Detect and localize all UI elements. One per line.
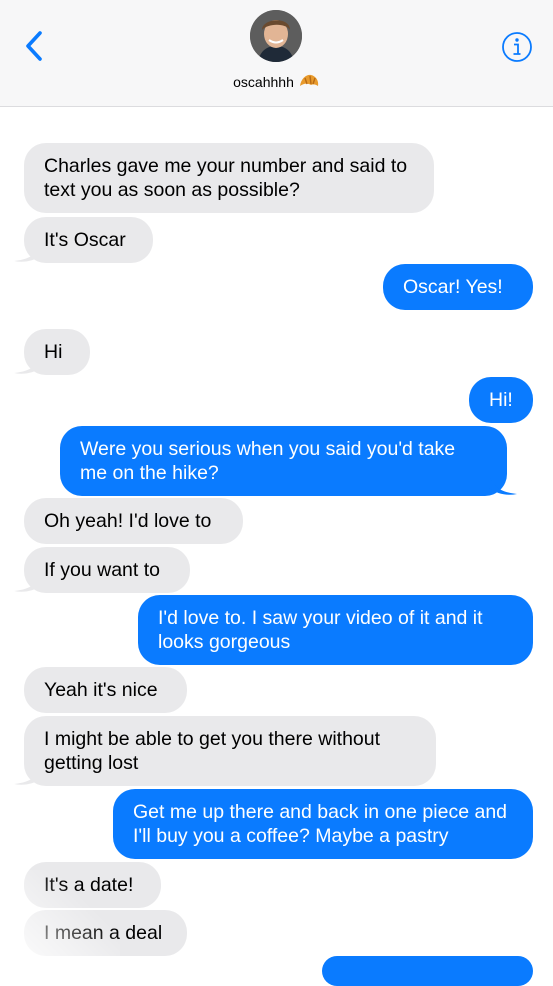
message-text: If you want to — [44, 558, 160, 581]
received-message-bubble[interactable]: Charles gave me your number and said to … — [24, 143, 434, 213]
sent-message-bubble[interactable]: Get me up there and back in one piece an… — [113, 789, 533, 859]
croissant-emoji-icon — [299, 74, 319, 86]
message-text: Yeah it's nice — [44, 678, 158, 701]
message-text: Get me up there and back in one piece an… — [133, 800, 508, 848]
bubble-tail — [489, 474, 517, 495]
bubble-tail — [14, 571, 42, 592]
message-text: It's a date! — [44, 873, 134, 896]
contact-name-row[interactable]: oscahhhh — [0, 70, 553, 94]
message-text: I mean a deal — [44, 921, 163, 944]
received-message-bubble[interactable]: If you want to — [24, 547, 190, 593]
bubble-tail — [14, 353, 42, 374]
received-message-bubble[interactable]: Yeah it's nice — [24, 667, 187, 713]
message-text: Oh yeah! I'd love to — [44, 509, 212, 532]
contact-name: oscahhhh — [233, 74, 294, 90]
received-message-bubble[interactable]: It's a date! — [24, 862, 161, 908]
avatar-photo — [250, 10, 302, 62]
message-text: Oscar! Yes! — [403, 275, 503, 298]
info-circle-icon[interactable] — [500, 30, 534, 64]
message-text: Charles gave me your number and said to … — [44, 154, 408, 202]
bubble-tail — [14, 241, 42, 262]
message-text: Hi! — [489, 388, 513, 411]
message-text: It's Oscar — [44, 228, 126, 251]
received-message-bubble[interactable]: It's Oscar — [24, 217, 153, 263]
sent-message-bubble[interactable]: Hi! — [469, 377, 533, 423]
message-text: Were you serious when you said you'd tak… — [80, 437, 456, 485]
received-message-bubble[interactable]: Oh yeah! I'd love to — [24, 498, 243, 544]
message-text: Hi — [44, 340, 63, 363]
bubble-tail — [14, 764, 42, 785]
chevron-left-icon[interactable] — [20, 28, 50, 64]
avatar[interactable] — [250, 10, 302, 62]
message-text: I might be able to get you there without… — [44, 727, 381, 775]
sent-message-bubble[interactable]: Were you serious when you said you'd tak… — [60, 426, 507, 496]
message-text: I'd love to. I saw your video of it and … — [158, 606, 483, 654]
conversation-header: oscahhhh — [0, 0, 553, 107]
received-message-bubble[interactable]: I might be able to get you there without… — [24, 716, 436, 786]
sent-message-bubble[interactable]: Oscar! Yes! — [383, 264, 533, 310]
sent-message-bubble-partial[interactable] — [322, 956, 533, 986]
received-message-bubble[interactable]: I mean a deal — [24, 910, 187, 956]
sent-message-bubble[interactable]: I'd love to. I saw your video of it and … — [138, 595, 533, 665]
